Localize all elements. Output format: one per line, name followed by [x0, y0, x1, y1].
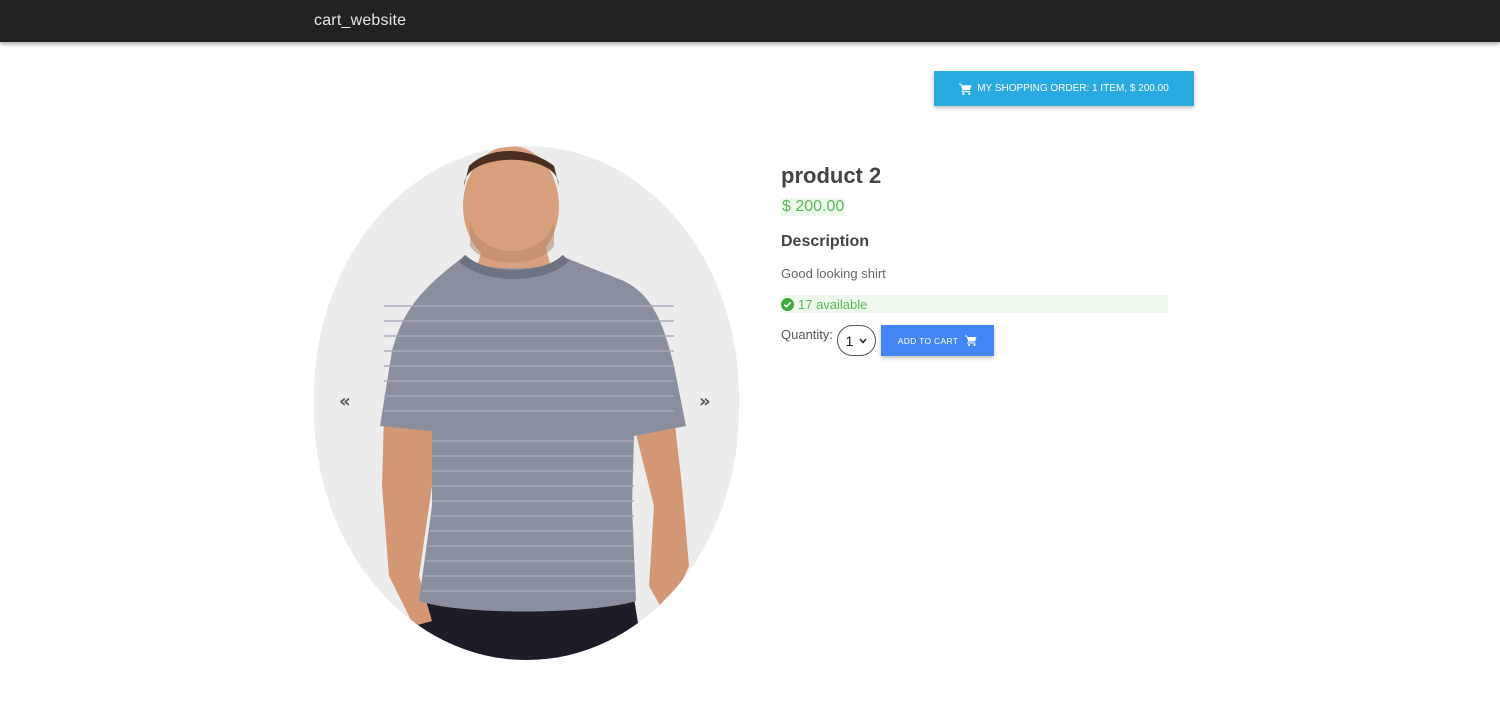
description-heading: Description — [781, 233, 870, 250]
shopping-order-label: My Shopping Order: 1 item, $ 200.00 — [977, 83, 1169, 94]
product-title: product 2 — [781, 163, 882, 188]
product-price: $ 200.00 — [781, 198, 846, 216]
stock-status: 17 available — [781, 295, 1168, 313]
gallery-next-arrow[interactable]: » — [699, 392, 711, 412]
quantity-value: 1 — [845, 332, 854, 349]
product-image-gallery — [314, 146, 739, 660]
stock-text: 17 available — [798, 296, 868, 312]
quantity-select[interactable]: 1 — [837, 325, 876, 356]
quantity-label: Quantity: — [781, 327, 834, 342]
add-to-cart-button[interactable]: Add to cart — [881, 325, 994, 356]
description-text: Good looking shirt — [781, 266, 886, 281]
cart-icon — [965, 335, 977, 346]
cart-icon — [959, 83, 972, 95]
product-image — [380, 146, 689, 660]
add-to-cart-label: Add to cart — [897, 335, 959, 346]
shopping-order-button[interactable]: My Shopping Order: 1 item, $ 200.00 — [934, 71, 1194, 106]
brand-link[interactable]: cart_website — [314, 12, 406, 30]
gallery-prev-arrow[interactable]: « — [339, 392, 351, 412]
chevron-down-icon — [859, 338, 867, 344]
top-navbar: cart_website — [0, 0, 1500, 42]
check-circle-icon — [781, 297, 794, 311]
